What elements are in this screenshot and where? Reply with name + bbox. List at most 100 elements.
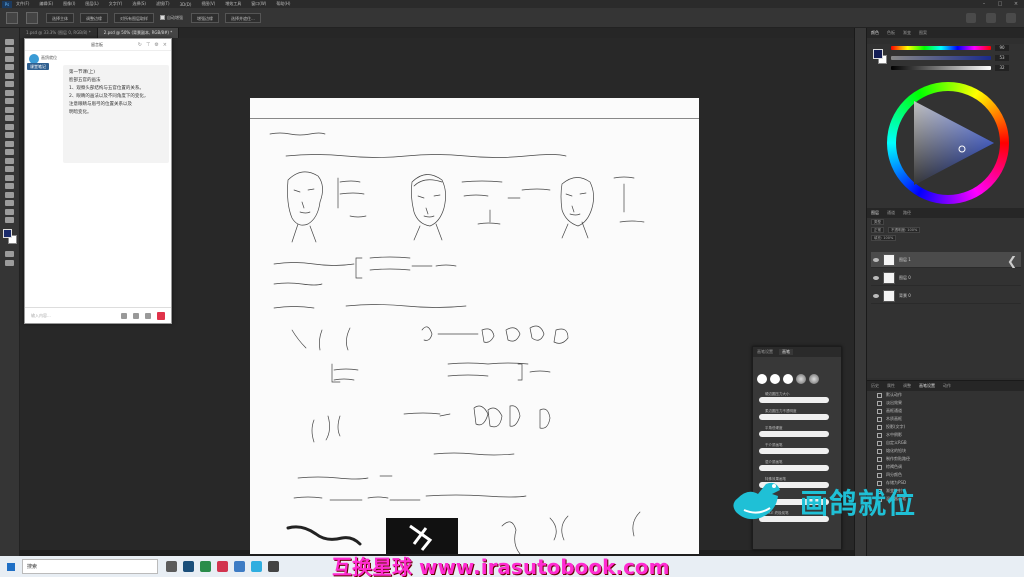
checkbox-icon[interactable] (877, 432, 882, 438)
action-item[interactable]: 棕褐色调 (867, 463, 1024, 471)
tab-patterns[interactable]: 图案 (919, 30, 927, 36)
path-select-tool-icon[interactable] (5, 183, 14, 189)
hue-slider[interactable]: 90 (891, 45, 1009, 51)
taskbar-search[interactable]: 搜索 (22, 559, 158, 574)
folder-icon[interactable] (133, 312, 139, 319)
app-taskbar-icon[interactable] (251, 561, 262, 572)
brush-preset[interactable]: 干介质画笔 (757, 443, 831, 457)
menu-image[interactable]: 图像(I) (63, 1, 75, 7)
hue-value[interactable]: 90 (995, 45, 1009, 51)
gradient-tool-icon[interactable] (5, 140, 14, 147)
opacity-field[interactable]: 不透明度: 100% (888, 227, 921, 233)
close-icon[interactable]: × (163, 42, 167, 48)
menu-3d[interactable]: 3D(D) (180, 2, 192, 7)
healing-tool-icon[interactable] (5, 98, 14, 104)
brush-preset[interactable]: 平角低硬度 (757, 426, 831, 440)
shape-tool-icon[interactable] (5, 191, 14, 198)
zoom-tool-icon[interactable] (5, 208, 14, 215)
color-wheel[interactable] (887, 82, 1009, 204)
tab-properties[interactable]: 属性 (887, 383, 895, 389)
action-item[interactable]: 四分颜色 (867, 471, 1024, 479)
screen-mode-icon[interactable] (5, 259, 14, 266)
type-tool-icon[interactable] (5, 174, 14, 181)
menu-layer[interactable]: 图层(L) (85, 1, 98, 7)
layer-row[interactable]: 图层 1 ❮ (871, 252, 1021, 268)
action-item[interactable]: 投影(文字) (867, 423, 1024, 431)
task-view-icon[interactable] (166, 561, 177, 572)
share-icon[interactable] (1006, 12, 1016, 23)
more-icon[interactable] (145, 312, 151, 319)
action-item[interactable]: 自定义RGB (867, 439, 1024, 447)
lasso-tool-icon[interactable] (5, 55, 14, 62)
menu-help[interactable]: 帮助(H) (276, 1, 290, 7)
message-input[interactable]: 输入内容... (31, 313, 51, 319)
tab-adjustments[interactable]: 调整 (903, 383, 911, 389)
checkbox-icon[interactable] (877, 472, 882, 478)
history-brush-tool-icon[interactable] (5, 123, 14, 130)
action-item[interactable]: 默认动作 (867, 391, 1024, 399)
chevron-left-icon[interactable]: ❮ (1007, 255, 1017, 267)
minimize-icon[interactable]: – (976, 1, 992, 7)
fill-field[interactable]: 填充: 100% (871, 235, 897, 241)
layer-row[interactable]: 背景 0 (871, 288, 1021, 304)
eye-icon[interactable] (873, 275, 879, 280)
menu-file[interactable]: 文件(F) (16, 1, 29, 7)
saturation-slider[interactable]: 53 (891, 55, 1009, 61)
tab-brush-settings[interactable]: 画笔设置 (757, 349, 773, 355)
eraser-tool-icon[interactable] (5, 132, 14, 138)
menu-view[interactable]: 视图(V) (201, 1, 215, 7)
foreground-color-swatch[interactable] (2, 229, 12, 238)
brightness-value[interactable]: 32 (995, 65, 1009, 71)
app-taskbar-icon[interactable] (234, 561, 245, 572)
layer-kind-select[interactable]: 类型 (871, 219, 884, 225)
brush-tool-icon[interactable] (5, 106, 14, 113)
eyedropper-tool-icon[interactable] (5, 89, 14, 96)
checkbox-icon[interactable] (877, 416, 882, 422)
select-subject-button[interactable]: 选择主体 (46, 12, 74, 23)
emoji-icon[interactable] (121, 312, 127, 319)
frame-tool-icon[interactable] (5, 81, 14, 87)
menu-edit[interactable]: 编辑(E) (39, 1, 53, 7)
tab-brush-settings[interactable]: 画笔设置 (919, 383, 935, 389)
brush-size-icon[interactable] (26, 11, 38, 24)
action-item[interactable]: 熔化的铅块 (867, 447, 1024, 455)
checkbox-icon[interactable] (877, 400, 882, 406)
foreground-color-swatch[interactable] (873, 49, 883, 59)
pen-tool-icon[interactable] (5, 166, 14, 172)
checkbox-icon[interactable] (877, 424, 882, 430)
action-item[interactable]: 木质画框 (867, 415, 1024, 423)
saturation-value[interactable]: 53 (995, 55, 1009, 61)
checkbox-icon[interactable] (877, 408, 882, 414)
brush-tip[interactable] (796, 374, 806, 384)
refresh-icon[interactable]: ↻ (138, 42, 142, 48)
crop-tool-icon[interactable] (5, 72, 14, 79)
brush-preset[interactable]: 柔边圆压力不透明度 (757, 409, 831, 423)
brush-tip[interactable] (757, 374, 767, 384)
app-taskbar-icon[interactable] (200, 561, 211, 572)
action-item[interactable]: 制作剪贴路径 (867, 455, 1024, 463)
tab-gradients[interactable]: 渐变 (903, 30, 911, 36)
menu-filter[interactable]: 滤镜(T) (156, 1, 170, 7)
blur-tool-icon[interactable] (5, 149, 14, 155)
checkbox-icon[interactable] (877, 456, 882, 462)
eye-icon[interactable] (873, 293, 879, 298)
quick-select-tool-icon[interactable] (6, 11, 18, 24)
more-tools-icon[interactable] (5, 217, 14, 223)
menu-type[interactable]: 文字(Y) (109, 1, 123, 7)
brush-tip[interactable] (809, 374, 819, 384)
action-item[interactable]: 淡出效果 (867, 399, 1024, 407)
app-taskbar-icon[interactable] (217, 561, 228, 572)
enhance-edge-button[interactable]: 增强边缘 (191, 12, 219, 23)
close-icon[interactable]: × (1008, 1, 1024, 7)
tab-paths[interactable]: 路径 (903, 210, 911, 216)
checkbox-icon[interactable] (877, 392, 882, 398)
menu-window[interactable]: 窗口(W) (251, 1, 266, 7)
search-icon[interactable] (966, 12, 976, 23)
tab-swatches[interactable]: 色板 (887, 30, 895, 36)
checkbox-icon[interactable] (877, 448, 882, 454)
action-item[interactable]: 水中倒影 (867, 431, 1024, 439)
brightness-slider[interactable]: 32 (891, 65, 1009, 71)
move-tool-icon[interactable] (5, 38, 14, 45)
checkbox-icon[interactable] (877, 440, 882, 446)
app-taskbar-icon[interactable] (268, 561, 279, 572)
